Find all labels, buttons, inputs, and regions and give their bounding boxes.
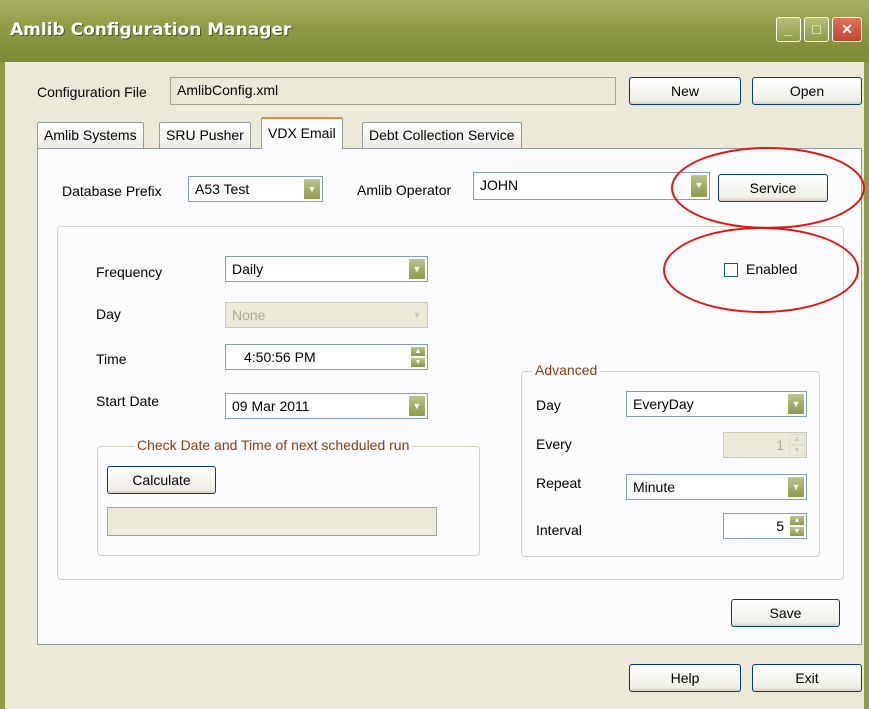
every-spinner: ▲ ▼ [789, 434, 805, 456]
maximize-icon[interactable]: □ [804, 17, 829, 42]
spin-up-icon: ▲ [789, 434, 805, 445]
tab-debt-collection[interactable]: Debt Collection Service [362, 122, 522, 148]
advanced-day-value: EveryDay [633, 396, 694, 412]
start-date-picker[interactable]: 09 Mar 2011 ▼ [225, 393, 428, 419]
repeat-label: Repeat [536, 475, 582, 491]
advanced-title: Advanced [532, 362, 601, 378]
new-button[interactable]: New [629, 77, 741, 105]
chevron-down-icon[interactable]: ▼ [787, 393, 805, 415]
close-icon[interactable]: ✕ [832, 17, 862, 42]
window-frame-left [0, 62, 5, 709]
service-button[interactable]: Service [718, 174, 828, 202]
tab-vdx-email[interactable]: VDX Email [261, 117, 343, 149]
tab-sru-pusher[interactable]: SRU Pusher [159, 122, 251, 148]
day-value: None [232, 307, 266, 323]
interval-spinner[interactable]: ▲ ▼ [789, 515, 805, 537]
spin-up-icon[interactable]: ▲ [410, 346, 426, 357]
check-date-group: Check Date and Time of next scheduled ru… [97, 437, 480, 556]
database-prefix-dropdown[interactable]: A53 Test ▼ [188, 176, 323, 202]
exit-button[interactable]: Exit [752, 664, 862, 692]
minimize-icon[interactable]: _ [776, 17, 801, 42]
repeat-value: Minute [633, 479, 676, 495]
check-date-title: Check Date and Time of next scheduled ru… [134, 437, 413, 453]
frequency-dropdown[interactable]: Daily ▼ [225, 256, 428, 282]
database-prefix-label: Database Prefix [62, 183, 162, 199]
spin-down-icon[interactable]: ▼ [410, 357, 426, 368]
repeat-dropdown[interactable]: Minute ▼ [626, 474, 807, 500]
time-label: Time [96, 351, 127, 367]
start-date-label: Start Date [96, 393, 160, 409]
window-title: Amlib Configuration Manager [10, 20, 292, 40]
advanced-day-dropdown[interactable]: EveryDay ▼ [626, 391, 807, 417]
chevron-down-icon[interactable]: ▼ [787, 476, 805, 498]
time-picker[interactable]: 4:50:56 PM ▲ ▼ [225, 344, 428, 370]
interval-stepper[interactable]: 5 ▲ ▼ [723, 513, 807, 539]
help-button[interactable]: Help [629, 664, 741, 692]
day-label: Day [96, 306, 121, 322]
day-dropdown[interactable]: None ▼ [225, 302, 428, 328]
chevron-down-icon[interactable]: ▼ [303, 178, 321, 200]
every-value: 1 [776, 437, 784, 453]
every-stepper[interactable]: 1 ▲ ▼ [723, 432, 807, 458]
time-spinner[interactable]: ▲ ▼ [410, 346, 426, 368]
spin-up-icon[interactable]: ▲ [789, 515, 805, 526]
every-label: Every [536, 436, 572, 452]
app-window: Amlib Configuration Manager _ □ ✕ Config… [0, 0, 869, 709]
enabled-checkbox[interactable] [724, 263, 738, 277]
chevron-down-icon: ▼ [408, 304, 426, 326]
amlib-operator-dropdown[interactable]: JOHN ▼ [473, 172, 710, 200]
calculate-result-field [107, 507, 437, 536]
time-value: 4:50:56 PM [244, 349, 316, 365]
tab-amlib-systems[interactable]: Amlib Systems [37, 122, 144, 148]
config-file-field[interactable]: AmlibConfig.xml [170, 77, 616, 105]
config-file-label: Configuration File [37, 84, 147, 100]
save-button[interactable]: Save [731, 599, 840, 627]
title-bar[interactable]: Amlib Configuration Manager _ □ ✕ [0, 0, 869, 62]
frequency-label: Frequency [96, 264, 163, 280]
amlib-operator-value: JOHN [480, 177, 519, 193]
database-prefix-value: A53 Test [195, 181, 250, 197]
start-date-value: 09 Mar 2011 [232, 398, 310, 414]
calculate-button[interactable]: Calculate [107, 466, 216, 494]
chevron-down-icon[interactable]: ▼ [408, 258, 426, 280]
enabled-label: Enabled [746, 261, 798, 277]
open-button[interactable]: Open [752, 77, 862, 105]
advanced-day-label: Day [536, 397, 561, 413]
chevron-down-icon[interactable]: ▼ [690, 174, 708, 198]
interval-value: 5 [776, 518, 784, 534]
spin-down-icon[interactable]: ▼ [789, 526, 805, 537]
amlib-operator-label: Amlib Operator [357, 182, 452, 198]
calendar-dropdown-icon[interactable]: ▼ [408, 395, 426, 417]
interval-label: Interval [536, 522, 582, 538]
spin-down-icon: ▼ [789, 445, 805, 456]
window-frame-right [864, 62, 869, 709]
frequency-value: Daily [232, 261, 264, 277]
